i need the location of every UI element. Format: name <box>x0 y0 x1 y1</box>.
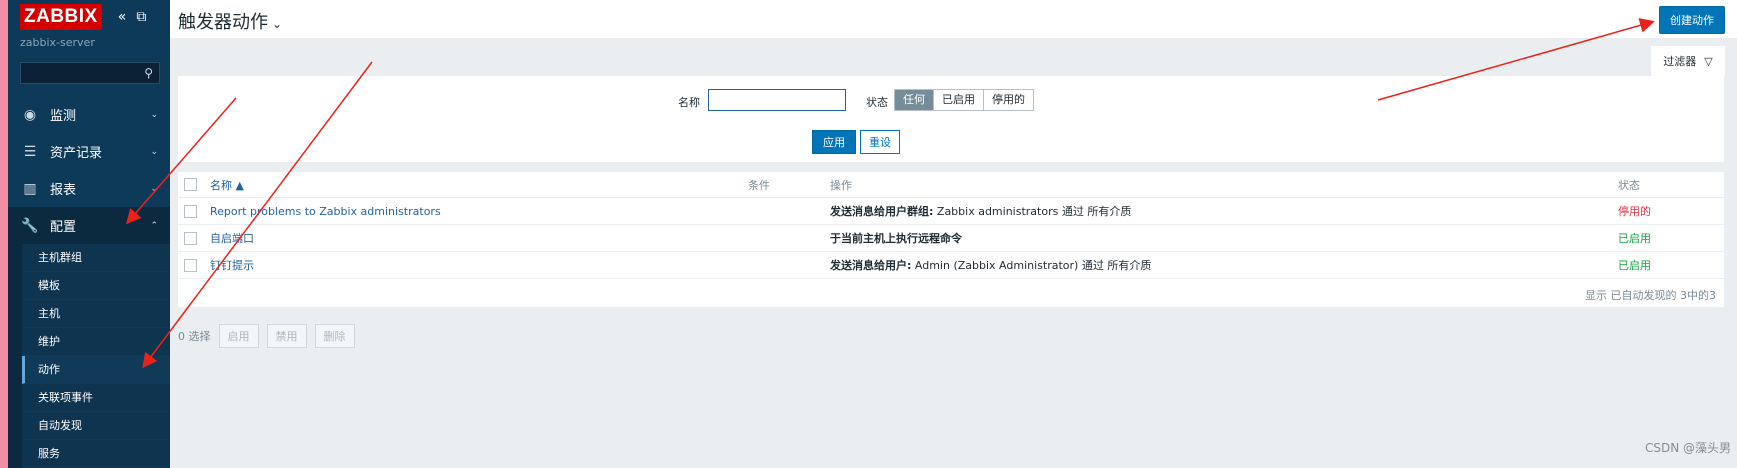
submenu-discovery[interactable]: 自动发现 <box>22 412 170 440</box>
action-operations: 发送消息给用户群组: Zabbix administrators 通过 所有介质 <box>830 203 1131 219</box>
status-label: 状态 <box>866 96 888 109</box>
chart-icon: ▥ <box>23 180 37 197</box>
submenu-maintenance[interactable]: 维护 <box>22 328 170 356</box>
action-name-link[interactable]: 自启端口 <box>210 230 254 246</box>
status-toggle[interactable]: 已启用 <box>1618 257 1651 273</box>
row-checkbox[interactable] <box>184 258 197 272</box>
wrench-icon: 🔧 <box>21 217 39 234</box>
status-toggle[interactable]: 已启用 <box>1618 230 1651 246</box>
eye-icon: ◉ <box>23 106 37 123</box>
menu-item-monitoring[interactable]: ◉ 监测 ⌄ <box>8 96 170 133</box>
submenu-event-correlation[interactable]: 关联项事件 <box>22 384 170 412</box>
table-header: 名称 ▲ 条件 操作 状态 <box>178 172 1724 198</box>
menu-item-inventory[interactable]: ☰ 资产记录 ⌄ <box>8 133 170 170</box>
header-bar: 触发器动作 ⌄ 创建动作 <box>170 0 1737 38</box>
reset-button[interactable]: 重设 <box>860 130 900 154</box>
disable-button[interactable]: 禁用 <box>266 324 307 348</box>
status-option-disabled[interactable]: 停用的 <box>984 90 1033 110</box>
name-label: 名称 <box>678 96 700 109</box>
table-row: 自启端口 于当前主机上执行远程命令 已启用 <box>178 225 1724 252</box>
submenu-services[interactable]: 服务 <box>22 440 170 468</box>
menu-item-label: 配置 <box>50 220 77 235</box>
header-name[interactable]: 名称 ▲ <box>210 177 244 193</box>
page-title-text: 触发器动作 <box>178 12 268 33</box>
operation-type: 发送消息给用户群组: <box>830 205 934 218</box>
configuration-submenu: 主机群组 模板 主机 维护 动作 关联项事件 自动发现 服务 <box>8 244 170 468</box>
watermark: CSDN @藻头男 <box>1644 441 1731 455</box>
status-radio-group: 任何 已启用 停用的 <box>894 89 1034 111</box>
table-row: Report problems to Zabbix administrators… <box>178 198 1724 225</box>
action-name-link[interactable]: 钉钉提示 <box>210 257 254 273</box>
filter-panel: 名称 状态 任何 已启用 停用的 应用 重设 <box>178 76 1724 162</box>
filter-row: 名称 状态 任何 已启用 停用的 <box>178 89 1724 113</box>
kiosk-mode-icon[interactable]: ⧉ <box>136 9 146 25</box>
header-operations: 操作 <box>830 178 852 192</box>
selected-count: 0 选择 <box>178 330 211 343</box>
operation-type: 发送消息给用户: <box>830 259 912 272</box>
server-name: zabbix-server <box>20 36 95 49</box>
search-icon[interactable]: ⚲ <box>144 66 153 80</box>
sidebar-controls: « ⧉ <box>118 9 147 25</box>
chevron-down-icon: ⌄ <box>150 109 158 120</box>
chevron-down-icon: ⌄ <box>272 17 283 31</box>
submenu-actions[interactable]: 动作 <box>22 356 170 384</box>
status-option-any[interactable]: 任何 <box>895 90 934 110</box>
menu-item-label: 报表 <box>50 183 77 198</box>
menu-item-label: 资产记录 <box>50 146 103 161</box>
filter-icon: ▽ <box>1704 54 1713 68</box>
name-filter-input[interactable] <box>708 89 846 111</box>
create-action-button[interactable]: 创建动作 <box>1659 6 1725 34</box>
filter-tab-label: 过滤器 <box>1663 55 1697 68</box>
submenu-host-groups[interactable]: 主机群组 <box>22 244 170 272</box>
submenu-templates[interactable]: 模板 <box>22 272 170 300</box>
operation-detail: Zabbix administrators 通过 所有介质 <box>933 205 1132 218</box>
operation-detail: Admin (Zabbix Administrator) 通过 所有介质 <box>911 259 1152 272</box>
submenu-hosts[interactable]: 主机 <box>22 300 170 328</box>
table-count: 显示 已自动发现的 3中的3 <box>1585 289 1716 302</box>
filter-tab[interactable]: 过滤器 ▽ <box>1651 46 1725 76</box>
action-name-link[interactable]: Report problems to Zabbix administrators <box>210 205 441 218</box>
delete-button[interactable]: 删除 <box>314 324 355 348</box>
table-row: 钉钉提示 发送消息给用户: Admin (Zabbix Administrato… <box>178 252 1724 279</box>
action-operations: 发送消息给用户: Admin (Zabbix Administrator) 通过… <box>830 257 1151 273</box>
row-checkbox[interactable] <box>184 231 197 245</box>
sidebar-search-input[interactable] <box>0 67 145 79</box>
page-title[interactable]: 触发器动作 ⌄ <box>178 8 282 34</box>
row-checkbox[interactable] <box>184 204 197 218</box>
main-menu: ◉ 监测 ⌄ ☰ 资产记录 ⌄ ▥ 报表 ⌄ 🔧 配置 ⌃ 主机群组 模板 主机… <box>8 96 170 468</box>
header-status: 状态 <box>1618 178 1640 192</box>
zabbix-logo[interactable]: ZABBIX <box>20 4 102 30</box>
logo-row: ZABBIX « ⧉ <box>8 0 170 34</box>
menu-item-configuration[interactable]: 🔧 配置 ⌃ <box>8 207 170 244</box>
chevron-up-icon: ⌃ <box>150 220 158 231</box>
collapse-sidebar-icon[interactable]: « <box>118 9 127 25</box>
select-all-checkbox[interactable] <box>184 178 197 191</box>
operation-type: 于当前主机上执行远程命令 <box>830 232 962 245</box>
table-footer: 显示 已自动发现的 3中的3 <box>178 279 1724 307</box>
apply-button[interactable]: 应用 <box>812 130 856 154</box>
sidebar-search: ⚲ <box>0 62 160 84</box>
sidebar: ZABBIX « ⧉ zabbix-server ⚲ ◉ 监测 ⌄ ☰ 资产记录… <box>0 0 170 468</box>
actions-table: 名称 ▲ 条件 操作 状态 Report problems to Zabbix … <box>178 172 1724 307</box>
chevron-down-icon: ⌄ <box>150 183 158 194</box>
header-conditions: 条件 <box>748 178 770 192</box>
list-icon: ☰ <box>23 143 37 160</box>
menu-item-reports[interactable]: ▥ 报表 ⌄ <box>8 170 170 207</box>
menu-item-label: 监测 <box>50 109 77 124</box>
status-toggle[interactable]: 停用的 <box>1618 203 1651 219</box>
bulk-actions: 0 选择 启用 禁用 删除 <box>178 324 355 348</box>
action-operations: 于当前主机上执行远程命令 <box>830 230 962 246</box>
status-option-enabled[interactable]: 已启用 <box>934 90 984 110</box>
enable-button[interactable]: 启用 <box>218 324 259 348</box>
chevron-down-icon: ⌄ <box>150 146 158 157</box>
